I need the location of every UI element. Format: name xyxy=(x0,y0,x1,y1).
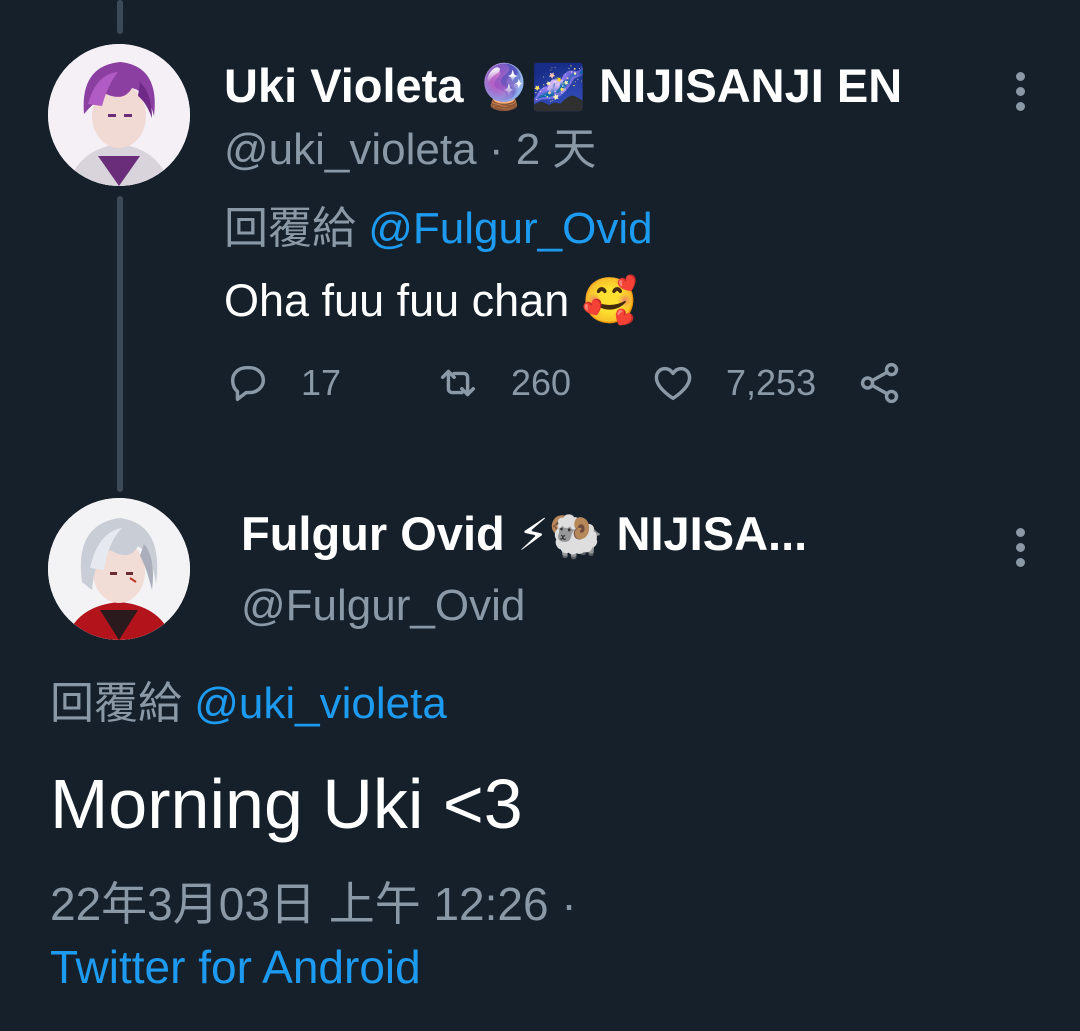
uki-handle-line: @uki_violeta · 2 天 xyxy=(224,124,596,176)
share-button[interactable] xyxy=(857,360,933,406)
thread-line-top xyxy=(117,0,123,34)
uki-display-name[interactable]: Uki Violeta 🔮🌌 NIJISANJI EN xyxy=(224,58,902,116)
retweet-icon xyxy=(440,369,476,397)
uki-tweet-body: Oha fuu fuu chan xyxy=(224,275,570,326)
lightning-ram-emoji-icon: ⚡🐏 xyxy=(517,511,604,560)
uki-handle[interactable]: @uki_violeta xyxy=(224,125,477,174)
reply-prefix: 回覆給 xyxy=(224,204,356,253)
reply-prefix: 回覆給 xyxy=(50,679,182,728)
uki-name-text: Uki Violeta xyxy=(224,59,464,112)
uki-name-suffix: NIJISANJI EN xyxy=(599,59,903,112)
fulgur-name-suffix: NIJISA... xyxy=(616,507,808,560)
fulgur-replying-to: 回覆給 @uki_violeta xyxy=(50,678,447,730)
uki-tweet-text: Oha fuu fuu chan 🥰 xyxy=(224,274,638,328)
uki-replying-to: 回覆給 @Fulgur_Ovid xyxy=(224,203,653,255)
tweet-timestamp[interactable]: 22年3月03日 上午 12:26 · xyxy=(50,868,577,934)
tweet-source-link[interactable]: Twitter for Android xyxy=(50,940,421,994)
fulgur-avatar[interactable] xyxy=(48,498,190,640)
reply-icon xyxy=(230,365,266,402)
thread-line-middle xyxy=(117,196,123,492)
reply-count: 17 xyxy=(301,362,342,403)
fulgur-tweet-text: Morning Uki <3 xyxy=(50,765,523,843)
share-icon xyxy=(860,362,899,404)
separator-dot: · xyxy=(488,125,504,174)
fulgur-handle[interactable]: @Fulgur_Ovid xyxy=(241,580,525,632)
fulgur-more-options-icon[interactable] xyxy=(1010,528,1030,568)
uki-avatar[interactable] xyxy=(48,44,190,186)
reply-button[interactable]: 17 xyxy=(225,360,341,406)
fulgur-display-name[interactable]: Fulgur Ovid ⚡🐏 NIJISA... xyxy=(241,506,807,564)
crystal-ball-galaxy-emoji-icon: 🔮🌌 xyxy=(476,63,587,112)
smiling-face-hearts-emoji-icon: 🥰 xyxy=(581,275,638,326)
reply-mention-link[interactable]: @Fulgur_Ovid xyxy=(368,204,652,253)
retweet-button[interactable]: 260 xyxy=(435,360,571,406)
uki-more-options-icon[interactable] xyxy=(1010,72,1030,112)
like-count: 7,253 xyxy=(726,362,817,403)
uki-time-ago[interactable]: 2 天 xyxy=(516,125,597,174)
heart-icon xyxy=(654,366,692,401)
fulgur-name-text: Fulgur Ovid xyxy=(241,507,505,560)
reply-mention-link[interactable]: @uki_violeta xyxy=(194,679,447,728)
like-button[interactable]: 7,253 xyxy=(650,360,816,406)
retweet-count: 260 xyxy=(511,362,572,403)
